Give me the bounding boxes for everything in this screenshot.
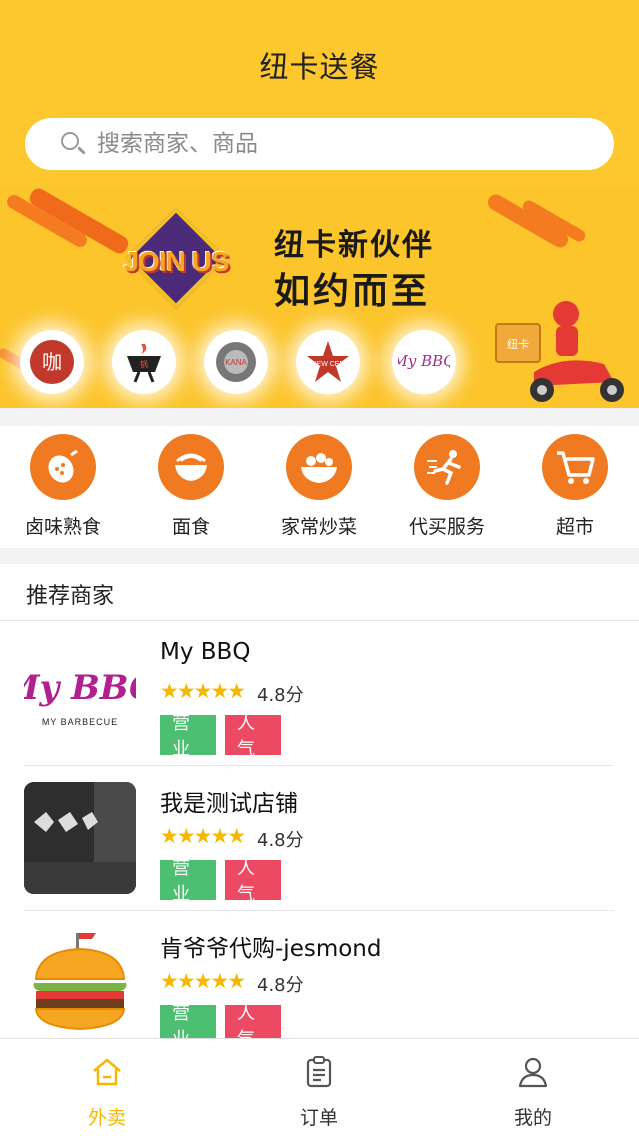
store-logo: My BBQ MY BARBECUE — [24, 637, 136, 749]
svg-text:纽卡: 纽卡 — [507, 337, 529, 351]
svg-text:My BBQ: My BBQ — [24, 668, 136, 708]
store-name: 我是测试店铺 — [160, 791, 298, 817]
search-bar[interactable] — [25, 118, 614, 170]
category-item[interactable]: 家常炒菜 — [264, 434, 374, 539]
category-label: 家常炒菜 — [280, 516, 357, 538]
noodle-bowl-icon — [158, 434, 224, 500]
partner-logo: My BBQ — [392, 330, 456, 394]
page-title: 纽卡送餐 — [259, 50, 380, 84]
svg-text:My BBQ: My BBQ — [398, 352, 450, 370]
category-label: 超市 — [555, 516, 594, 538]
store-logo — [24, 782, 136, 894]
salad-bowl-icon — [286, 434, 352, 500]
tab-label: 我的 — [513, 1107, 552, 1129]
svg-text:MY BARBECUE: MY BARBECUE — [42, 717, 118, 727]
bottom-tab-bar: 外卖 订单 我的 — [0, 1038, 639, 1136]
partner-logo: 锅 — [112, 330, 176, 394]
store-card[interactable]: 我是测试店铺 ★★★★★ 4.8分 营业 人气 — [0, 766, 639, 911]
status-badge: 营业 — [160, 858, 216, 905]
banner-slogan-line2: 如约而至 — [274, 271, 431, 312]
user-icon — [516, 1055, 550, 1089]
partner-logo: KANA — [204, 330, 268, 394]
rating-stars: ★★★★★ — [160, 824, 246, 848]
sausage-icon — [30, 434, 96, 500]
category-label: 面食 — [171, 516, 210, 538]
category-item[interactable]: 超市 — [520, 434, 630, 539]
category-grid: 卤味熟食 面食 家常炒菜 代买服务 超市 — [0, 426, 639, 548]
rating-score: 4.8分 — [257, 830, 304, 851]
header: 纽卡送餐 — [0, 0, 639, 186]
promo-banner[interactable]: JOIN US 纽卡新伙伴 如约而至 咖 锅 KANA NEW CEN My B… — [0, 186, 639, 408]
svg-text:咖: 咖 — [42, 350, 62, 374]
popular-badge: 人气 — [225, 713, 281, 760]
svg-text:锅: 锅 — [140, 359, 148, 369]
popular-badge: 人气 — [225, 858, 281, 905]
tab-mine[interactable]: 我的 — [478, 1055, 588, 1130]
svg-text:NEW CEN: NEW CEN — [311, 361, 344, 368]
rating-stars: ★★★★★ — [160, 969, 246, 993]
tab-label: 外卖 — [87, 1107, 126, 1129]
tab-orders[interactable]: 订单 — [264, 1055, 374, 1130]
svg-text:KANA: KANA — [225, 358, 247, 367]
category-label: 代买服务 — [408, 516, 485, 538]
category-item[interactable]: 面食 — [136, 434, 246, 539]
app-screen: 纽卡送餐 JOIN US 纽卡新伙伴 如约而至 咖 锅 KANA NEW CEN — [0, 0, 639, 1136]
tab-takeout[interactable]: 外卖 — [52, 1055, 162, 1130]
status-badge: 营业 — [160, 713, 216, 760]
banner-slogan-line1: 纽卡新伙伴 — [274, 228, 434, 263]
join-us-text: JOIN US — [123, 246, 229, 277]
store-card[interactable]: My BBQ MY BARBECUE My BBQ ★★★★★ 4.8分 营业 … — [0, 621, 639, 766]
rating-stars: ★★★★★ — [160, 679, 246, 703]
recommended-section: 推荐商家 My BBQ MY BARBECUE My BBQ ★★★★★ 4.8… — [0, 564, 639, 1050]
search-input[interactable] — [97, 131, 577, 157]
clipboard-icon — [302, 1055, 336, 1089]
rating-score: 4.8分 — [257, 685, 304, 706]
delivery-rider-illustration: 纽卡 — [494, 294, 630, 406]
search-icon — [59, 130, 87, 158]
store-card[interactable]: 肯爷爷代购-jesmond ★★★★★ 4.8分 营业 人气 — [0, 911, 639, 1056]
partner-logo: 咖 — [20, 330, 84, 394]
shopping-cart-icon — [542, 434, 608, 500]
join-us-logo: JOIN US — [110, 207, 242, 309]
store-name: My BBQ — [160, 639, 251, 665]
home-icon — [90, 1055, 124, 1089]
store-name: 肯爷爷代购-jesmond — [160, 936, 382, 962]
category-item[interactable]: 代买服务 — [392, 434, 502, 539]
rating-score: 4.8分 — [257, 975, 304, 996]
category-label: 卤味熟食 — [24, 516, 101, 538]
category-item[interactable]: 卤味熟食 — [8, 434, 118, 539]
tab-label: 订单 — [299, 1107, 338, 1129]
partner-logo: NEW CEN — [296, 330, 360, 394]
runner-icon — [414, 434, 480, 500]
store-logo — [24, 927, 136, 1039]
section-title: 推荐商家 — [26, 584, 115, 609]
